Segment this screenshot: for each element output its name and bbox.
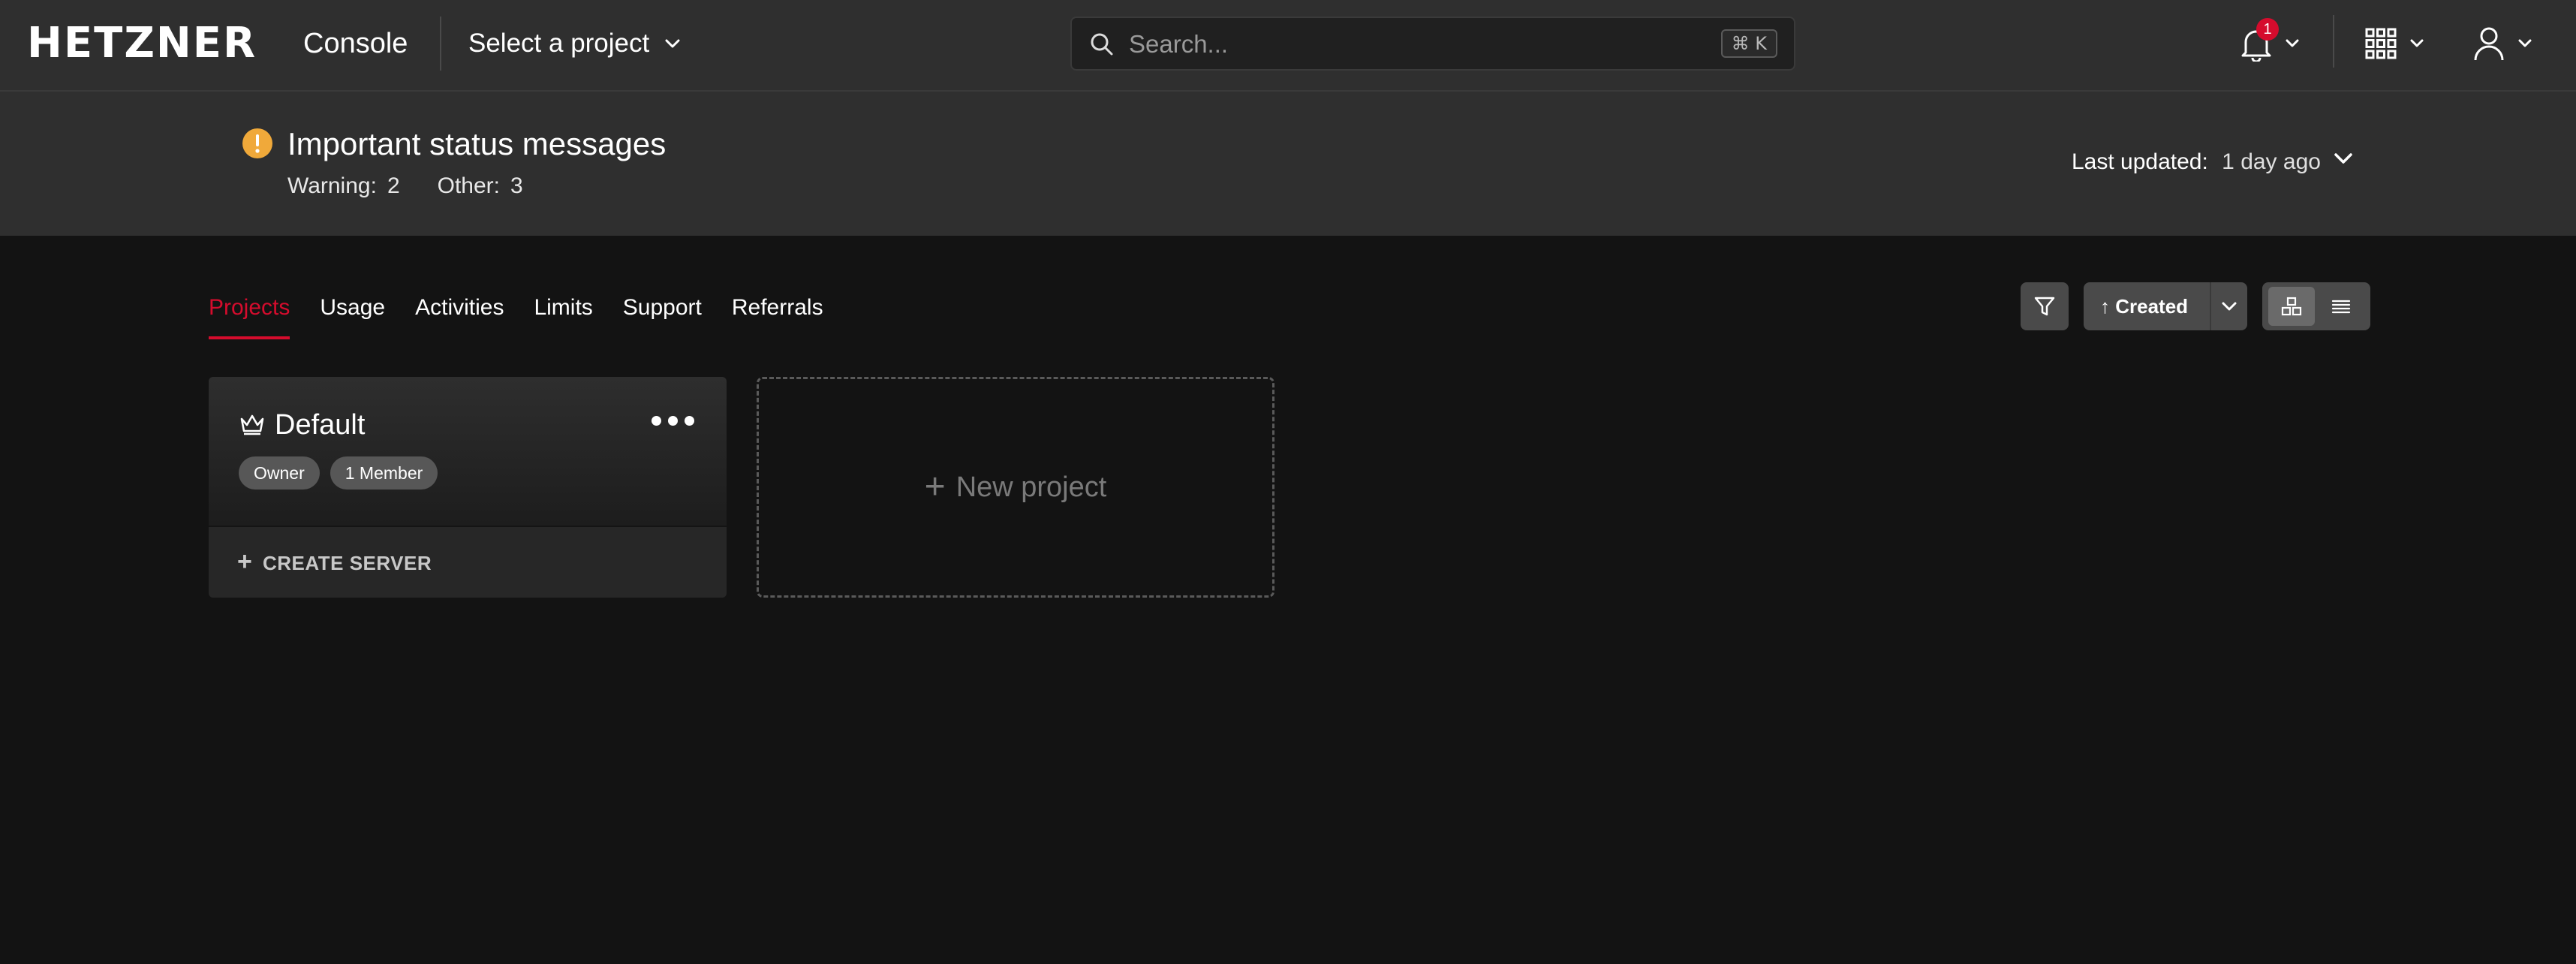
- filter-icon: [2034, 297, 2055, 316]
- view-toggle: [2262, 282, 2370, 330]
- members-badge: 1 Member: [330, 456, 438, 490]
- app-name: Console: [303, 28, 408, 59]
- role-badge: Owner: [239, 456, 320, 490]
- tab-usage[interactable]: Usage: [320, 290, 385, 339]
- status-counts: Warning: 2 Other: 3: [287, 171, 561, 201]
- tab-referrals[interactable]: Referrals: [732, 290, 823, 339]
- search-icon: [1091, 33, 1113, 56]
- grid-view-button[interactable]: [2268, 287, 2315, 326]
- project-badges: Owner 1 Member: [239, 456, 438, 490]
- project-menu-button[interactable]: [652, 416, 694, 426]
- other-count: 3: [510, 173, 523, 198]
- search-shortcut: ⌘ K: [1720, 29, 1777, 58]
- sort-button[interactable]: ↑ Created: [2084, 282, 2247, 330]
- main-tabs: Projects Usage Activities Limits Support…: [209, 290, 823, 339]
- notifications-button[interactable]: 1: [2240, 18, 2300, 68]
- warning-label: Warning:: [287, 173, 377, 198]
- create-server-label: CREATE SERVER: [263, 552, 432, 574]
- new-project-label: New project: [955, 471, 1107, 503]
- chevron-down-icon: [2410, 39, 2424, 47]
- create-server-button[interactable]: + CREATE SERVER: [209, 526, 727, 598]
- last-updated: Last updated: 1 day ago: [2072, 147, 2321, 177]
- plus-icon: +: [924, 467, 946, 507]
- chevron-down-icon: [2518, 39, 2532, 47]
- new-project-button[interactable]: + New project: [757, 377, 1274, 598]
- tab-activities[interactable]: Activities: [415, 290, 504, 339]
- tab-limits[interactable]: Limits: [534, 290, 592, 339]
- status-banner: Important status messages Warning: 2 Oth…: [0, 92, 2576, 236]
- divider: [440, 17, 441, 71]
- hetzner-logo[interactable]: HETZNER: [27, 20, 257, 68]
- chevron-down-icon[interactable]: [2220, 299, 2238, 314]
- sort-label: ↑ Created: [2100, 295, 2189, 318]
- more-dot-icon: [685, 416, 694, 426]
- warning-count: 2: [387, 173, 400, 198]
- filter-button[interactable]: [2021, 282, 2069, 330]
- apps-menu-button[interactable]: [2364, 20, 2424, 68]
- last-updated-value: 1 day ago: [2222, 149, 2321, 174]
- search-input[interactable]: [1127, 24, 1701, 65]
- tab-support[interactable]: Support: [623, 290, 702, 339]
- grid-icon: [2281, 297, 2302, 316]
- divider: [2333, 15, 2334, 68]
- crown-icon: [240, 414, 264, 435]
- more-dot-icon: [668, 416, 678, 426]
- status-title: Important status messages: [287, 126, 667, 161]
- list-view-button[interactable]: [2318, 287, 2364, 326]
- project-select[interactable]: Select a project: [468, 23, 681, 65]
- chevron-down-icon: [665, 39, 680, 48]
- chevron-down-icon: [2286, 39, 2299, 47]
- project-select-label: Select a project: [468, 29, 650, 58]
- warning-icon: [242, 128, 272, 158]
- other-label: Other:: [437, 173, 500, 198]
- list-icon: [2331, 300, 2351, 314]
- user-icon: [2474, 27, 2504, 61]
- apps-grid-icon: [2365, 28, 2397, 59]
- top-bar: HETZNER Console Select a project ⌘ K 1: [0, 0, 2576, 92]
- more-dot-icon: [652, 416, 661, 426]
- plus-icon: +: [237, 547, 252, 576]
- divider: [2210, 282, 2211, 330]
- expand-status-chevron-icon[interactable]: [2333, 152, 2354, 165]
- user-menu-button[interactable]: [2472, 20, 2532, 68]
- project-card[interactable]: Default Owner 1 Member + CREATE SERVER: [209, 377, 727, 598]
- project-name[interactable]: Default: [275, 404, 365, 446]
- last-updated-label: Last updated:: [2072, 149, 2208, 174]
- notification-badge: 1: [2256, 18, 2279, 41]
- tab-projects[interactable]: Projects: [209, 290, 290, 339]
- search-bar[interactable]: ⌘ K: [1070, 17, 1795, 71]
